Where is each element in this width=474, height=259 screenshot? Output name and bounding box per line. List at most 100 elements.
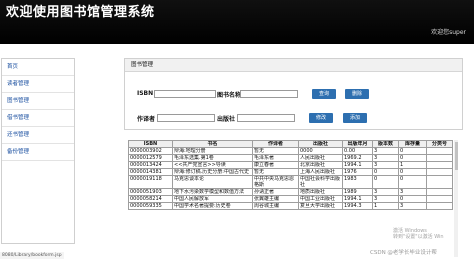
cell-publisher: 地质出版社 bbox=[298, 188, 343, 196]
author-label: 作译者 bbox=[137, 116, 156, 123]
modify-button[interactable]: 修改 bbox=[309, 113, 333, 123]
status-bar-url: 8080/Library/bookform.jsp bbox=[0, 252, 64, 259]
table-row[interactable]: 0000013424 <<共产党宣言>>导读 康立春著 北京出版社 1994.1… bbox=[128, 161, 453, 169]
table-scrollbar[interactable] bbox=[454, 140, 458, 257]
sidebar-item-books[interactable]: 图书管理 bbox=[2, 93, 74, 110]
table-row[interactable]: 0000058214 中国人民解放军 张翼雄主编 中国工业出版社 1994.1 … bbox=[128, 195, 453, 203]
author-input[interactable] bbox=[157, 114, 215, 122]
column-header-author: 作译者 bbox=[252, 140, 299, 148]
cell-pubdate: 0.00 bbox=[342, 147, 373, 155]
cell-isbn: 0000059335 bbox=[128, 202, 173, 210]
cell-title: <<共产党宣言>>导读 bbox=[172, 161, 253, 169]
cell-isbn: 0000014381 bbox=[128, 168, 173, 176]
cell-stock: 3 bbox=[398, 202, 427, 210]
cell-author: 张翼雄主编 bbox=[252, 195, 299, 203]
cell-isbn: 0000058214 bbox=[128, 195, 173, 203]
cell-pubdate: 1983 bbox=[342, 175, 373, 189]
cell-category bbox=[426, 168, 453, 176]
windows-activation-watermark: 激活 Windows 转到"设置"以激活 Win bbox=[393, 228, 444, 240]
column-header-category: 分类号 bbox=[426, 140, 453, 148]
cell-publisher: 人民出版社 bbox=[298, 154, 343, 162]
cell-isbn: 0000019118 bbox=[128, 175, 173, 189]
cell-publisher: 复旦大学出版社 bbox=[298, 202, 343, 210]
cell-publisher: 上海人民出版社 bbox=[298, 168, 343, 176]
cell-stock: 0 bbox=[398, 154, 427, 162]
cell-category bbox=[426, 154, 453, 162]
cell-title: 马克思谈本论 bbox=[172, 175, 253, 189]
cell-title: 中国学术名著提要:历史卷 bbox=[172, 202, 253, 210]
cell-author: 暂无 bbox=[252, 147, 299, 155]
table-row[interactable]: 0000059335 中国学术名著提要:历史卷 周谷城主编 复旦大学出版社 19… bbox=[128, 202, 453, 210]
windows-activation-line2: 转到"设置"以激活 Win bbox=[393, 234, 444, 240]
publisher-label: 出版社 bbox=[217, 116, 236, 123]
cell-isbn: 0000012579 bbox=[128, 154, 173, 162]
cell-author: 暂无 bbox=[252, 168, 299, 176]
table-row[interactable]: 0000012579 毛泽东选集.第1卷 毛泽东著 人民出版社 1969.2 3… bbox=[128, 154, 453, 162]
sidebar-item-backup[interactable]: 备份管理 bbox=[2, 144, 74, 161]
column-header-title: 书名 bbox=[172, 140, 253, 148]
column-header-stock: 库存量 bbox=[398, 140, 427, 148]
cell-title: 辩海:修订稿.历史分册:中国古代史 bbox=[172, 168, 253, 176]
cell-publisher: 中国工业出版社 bbox=[298, 195, 343, 203]
cell-category bbox=[426, 195, 453, 203]
cell-publisher: 0000 bbox=[298, 147, 343, 155]
cell-title: 中国人民解放军 bbox=[172, 195, 253, 203]
sidebar-item-readers[interactable]: 读者管理 bbox=[2, 76, 74, 93]
cell-stock: 3 bbox=[398, 188, 427, 196]
book-table: ISBN 书名 作译者 出版社 出版年月 版本数 库存量 分类号 0000003… bbox=[128, 140, 453, 210]
cell-pubdate: 1994.3 bbox=[342, 202, 373, 210]
cell-author: 康立春著 bbox=[252, 161, 299, 169]
cell-pubdate: 1989 bbox=[342, 188, 373, 196]
cell-author: 毛泽东著 bbox=[252, 154, 299, 162]
cell-category bbox=[426, 147, 453, 155]
cell-pubdate: 1976 bbox=[342, 168, 373, 176]
table-row[interactable]: 0000051903 地下水污染数学模型和数值方法 孙讷正著 地质出版社 198… bbox=[128, 188, 453, 196]
cell-title: 地下水污染数学模型和数值方法 bbox=[172, 188, 253, 196]
cell-isbn: 0000051903 bbox=[128, 188, 173, 196]
table-header-row: ISBN 书名 作译者 出版社 出版年月 版本数 库存量 分类号 bbox=[128, 140, 453, 148]
column-header-editions: 版本数 bbox=[372, 140, 399, 148]
table-row[interactable]: 0000019118 马克思谈本论 中共中央马克思恩格斯 中国社会科学出版社 1… bbox=[128, 175, 453, 189]
add-button[interactable]: 添加 bbox=[343, 113, 367, 123]
isbn-input[interactable] bbox=[154, 90, 216, 98]
cell-author: 周谷城主编 bbox=[252, 202, 299, 210]
cell-isbn: 0000003902 bbox=[128, 147, 173, 155]
app-title: 欢迎使用图书馆管理系统 bbox=[6, 5, 155, 20]
cell-stock: 0 bbox=[398, 175, 427, 189]
cell-category bbox=[426, 161, 453, 169]
bookname-input[interactable] bbox=[240, 90, 298, 98]
cell-stock: 0 bbox=[398, 147, 427, 155]
query-button[interactable]: 查询 bbox=[312, 89, 336, 99]
app-header: 欢迎使用图书馆管理系统 欢迎您super bbox=[0, 0, 474, 44]
column-header-publisher: 出版社 bbox=[298, 140, 343, 148]
cell-editions: 0 bbox=[372, 175, 399, 189]
welcome-user-text: 欢迎您super bbox=[431, 29, 466, 36]
panel-title: 图书管理 bbox=[125, 59, 462, 72]
cell-pubdate: 1994.1 bbox=[342, 195, 373, 203]
publisher-input[interactable] bbox=[237, 114, 295, 122]
cell-author: 孙讷正著 bbox=[252, 188, 299, 196]
column-header-isbn: ISBN bbox=[128, 140, 173, 148]
cell-editions: 3 bbox=[372, 195, 399, 203]
sidebar-item-borrow[interactable]: 借书管理 bbox=[2, 110, 74, 127]
delete-button[interactable]: 删除 bbox=[345, 89, 369, 99]
sidebar-item-return[interactable]: 还书管理 bbox=[2, 127, 74, 144]
cell-isbn: 0000013424 bbox=[128, 161, 173, 169]
cell-author: 中共中央马克思恩格斯 bbox=[252, 175, 299, 189]
cell-category bbox=[426, 175, 453, 189]
scrollbar-thumb[interactable] bbox=[455, 142, 458, 170]
bookname-label: 图书名称 bbox=[217, 92, 242, 99]
cell-stock: 0 bbox=[398, 168, 427, 176]
cell-category bbox=[426, 188, 453, 196]
cell-publisher: 中国社会科学出版社 bbox=[298, 175, 343, 189]
sidebar-item-home[interactable]: 首页 bbox=[2, 59, 74, 76]
cell-editions: 0 bbox=[372, 168, 399, 176]
cell-editions: 3 bbox=[372, 147, 399, 155]
cell-pubdate: 1969.2 bbox=[342, 154, 373, 162]
cell-editions: 3 bbox=[372, 188, 399, 196]
cell-pubdate: 1994.1 bbox=[342, 161, 373, 169]
cell-editions: 3 bbox=[372, 154, 399, 162]
table-row[interactable]: 0000003902 辩海:地理分册 暂无 0000 0.00 3 0 bbox=[128, 147, 453, 155]
book-search-panel: 图书管理 ISBN 图书名称 查询 删除 作译者 出版社 修改 添加 bbox=[124, 58, 463, 130]
table-row[interactable]: 0000014381 辩海:修订稿.历史分册:中国古代史 暂无 上海人民出版社 … bbox=[128, 168, 453, 176]
